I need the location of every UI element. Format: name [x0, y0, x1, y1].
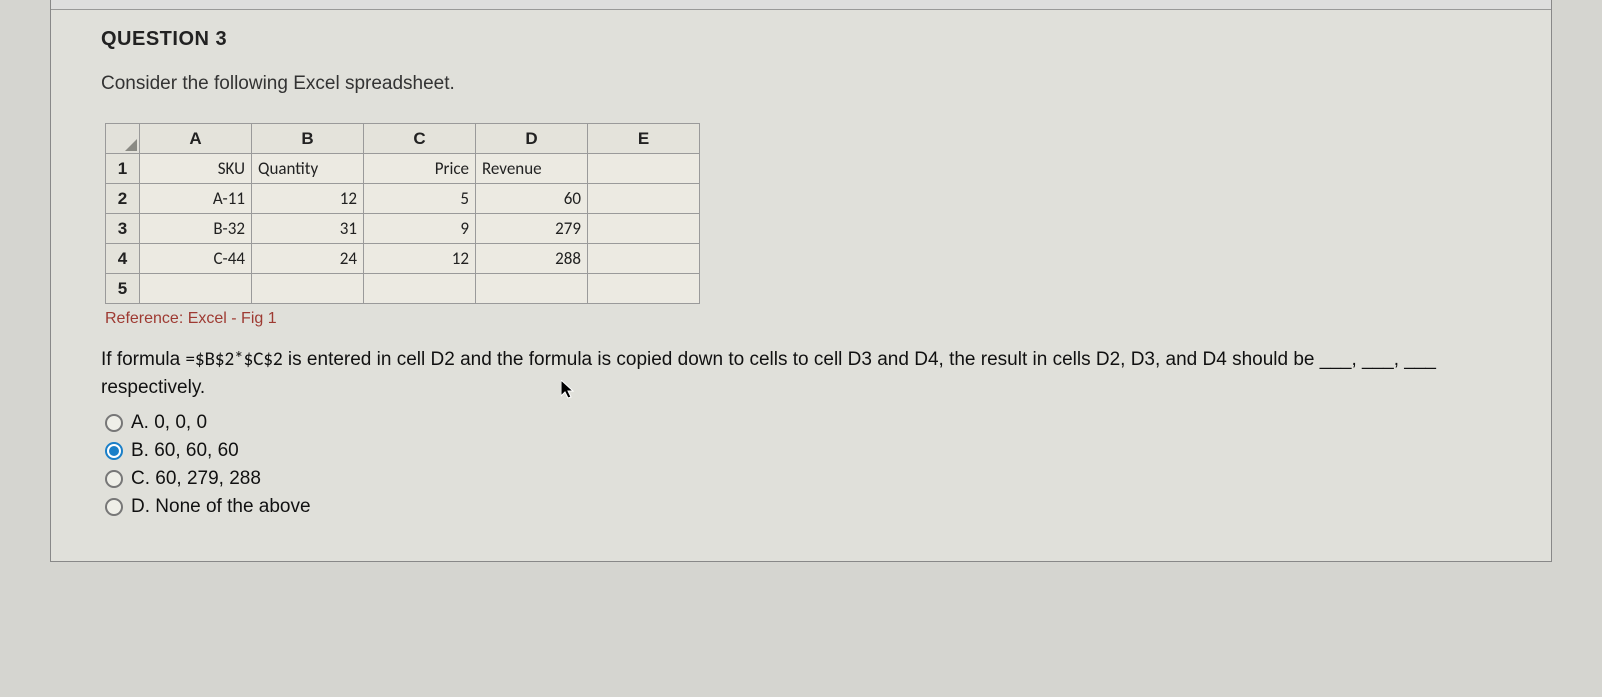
- answer-options: A. 0, 0, 0 B. 60, 60, 60 C. 60, 279, 288…: [105, 409, 1511, 521]
- radio-a[interactable]: [105, 414, 123, 432]
- cell-A4: C-44: [140, 244, 252, 274]
- option-d[interactable]: D. None of the above: [105, 493, 1511, 521]
- stem-post: is entered in cell D2 and the formula is…: [101, 349, 1436, 398]
- cell-C3: 9: [364, 214, 476, 244]
- col-header-C: C: [364, 124, 476, 154]
- cell-A2: A-11: [140, 184, 252, 214]
- table-row: 1 SKU Quantity Price Revenue: [106, 154, 700, 184]
- option-b-label: B. 60, 60, 60: [131, 440, 239, 462]
- cell-C5: [364, 274, 476, 304]
- cell-D2: 60: [476, 184, 588, 214]
- cell-C2: 5: [364, 184, 476, 214]
- col-header-D: D: [476, 124, 588, 154]
- row-header-5: 5: [106, 274, 140, 304]
- cell-A5: [140, 274, 252, 304]
- cell-E1: [588, 154, 700, 184]
- column-header-row: A B C D E: [106, 124, 700, 154]
- col-header-E: E: [588, 124, 700, 154]
- option-c[interactable]: C. 60, 279, 288: [105, 465, 1511, 493]
- cell-C4: 12: [364, 244, 476, 274]
- cell-B3: 31: [252, 214, 364, 244]
- option-a-label: A. 0, 0, 0: [131, 412, 207, 434]
- stem-pre: If formula: [101, 349, 185, 370]
- row-header-4: 4: [106, 244, 140, 274]
- question-panel: QUESTION 3 Consider the following Excel …: [50, 0, 1552, 562]
- spreadsheet-wrapper: A B C D E 1 SKU Quantity Price Revenue 2…: [105, 123, 1511, 304]
- select-all-corner: [106, 124, 140, 154]
- option-b[interactable]: B. 60, 60, 60: [105, 437, 1511, 465]
- col-header-B: B: [252, 124, 364, 154]
- cell-E5: [588, 274, 700, 304]
- question-stem: If formula =$B$2*$C$2 is entered in cell…: [101, 346, 1511, 401]
- cell-E2: [588, 184, 700, 214]
- table-row: 2 A-11 12 5 60: [106, 184, 700, 214]
- cell-D4: 288: [476, 244, 588, 274]
- radio-c[interactable]: [105, 470, 123, 488]
- option-c-label: C. 60, 279, 288: [131, 468, 261, 490]
- radio-dot-icon: [109, 446, 119, 456]
- option-a[interactable]: A. 0, 0, 0: [105, 409, 1511, 437]
- row-header-3: 3: [106, 214, 140, 244]
- row-header-1: 1: [106, 154, 140, 184]
- stem-formula: =$B$2*$C$2: [185, 348, 282, 371]
- radio-b[interactable]: [105, 442, 123, 460]
- cell-B2: 12: [252, 184, 364, 214]
- cell-E4: [588, 244, 700, 274]
- cell-C1: Price: [364, 154, 476, 184]
- cell-D5: [476, 274, 588, 304]
- option-d-label: D. None of the above: [131, 496, 311, 518]
- question-title: QUESTION 3: [101, 28, 1511, 51]
- cell-B5: [252, 274, 364, 304]
- table-row: 5: [106, 274, 700, 304]
- table-row: 3 B-32 31 9 279: [106, 214, 700, 244]
- figure-reference: Reference: Excel - Fig 1: [105, 310, 1511, 328]
- cell-D3: 279: [476, 214, 588, 244]
- col-header-A: A: [140, 124, 252, 154]
- cell-B1: Quantity: [252, 154, 364, 184]
- cell-A1: SKU: [140, 154, 252, 184]
- row-header-2: 2: [106, 184, 140, 214]
- cell-D1: Revenue: [476, 154, 588, 184]
- cell-A3: B-32: [140, 214, 252, 244]
- question-lead: Consider the following Excel spreadsheet…: [101, 73, 1511, 95]
- excel-spreadsheet: A B C D E 1 SKU Quantity Price Revenue 2…: [105, 123, 700, 304]
- table-row: 4 C-44 24 12 288: [106, 244, 700, 274]
- cell-E3: [588, 214, 700, 244]
- radio-d[interactable]: [105, 498, 123, 516]
- question-content: QUESTION 3 Consider the following Excel …: [51, 10, 1551, 531]
- panel-top-border: [51, 0, 1551, 10]
- select-all-triangle-icon: [125, 139, 137, 151]
- cell-B4: 24: [252, 244, 364, 274]
